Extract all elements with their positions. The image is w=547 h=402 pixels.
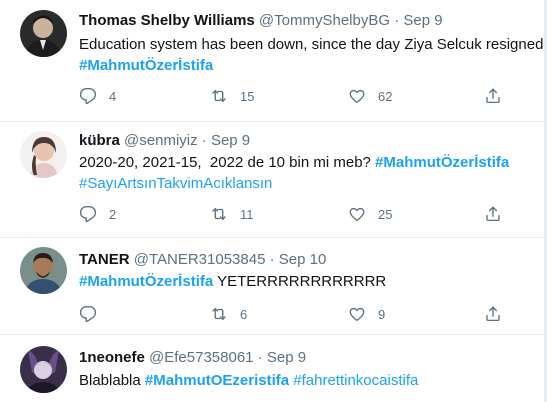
like-count: 9 [378,306,386,322]
avatar-image [20,10,67,57]
retweet-count: 15 [240,88,255,104]
tweet-feed: Thomas Shelby Williams @TommyShelbyBG · … [0,0,547,402]
like-count: 62 [378,88,393,104]
reply-button[interactable] [79,304,97,324]
separator-dot: · [257,349,263,366]
share-icon [486,306,500,322]
tweet-text-line: YETERRRRRRRRRRRR [213,273,387,290]
share-button[interactable] [484,204,502,224]
reply-count: 4 [109,88,117,104]
hashtag[interactable]: #fahrettinkocaistifa [289,372,418,389]
avatar[interactable] [20,346,67,393]
hashtag[interactable]: #MahmutÖzerİstifa [79,273,213,290]
tweet-text: 2020-20, 2021-15, 2022 de 10 bin mi meb?… [79,152,509,194]
like-button[interactable]: 9 [348,304,385,324]
tweet-actions: 2 11 25 [79,204,526,224]
reply-icon [79,305,97,323]
share-icon [486,88,500,104]
feed-divider [544,0,546,402]
separator-dot: · [269,251,275,268]
author-name[interactable]: kübra [79,132,120,149]
reply-icon [79,87,97,105]
reply-button[interactable]: 4 [79,86,116,106]
tweet-actions: 6 9 [79,304,526,324]
reply-button[interactable]: 2 [79,204,116,224]
tweet-header: 1neonefe @Efe57358061 · Sep 9 [79,348,306,367]
like-icon [349,307,365,322]
retweet-icon [212,308,226,320]
avatar[interactable] [20,131,67,178]
retweet-button[interactable]: 6 [210,304,247,324]
retweet-icon [212,208,226,220]
like-icon [349,207,365,222]
share-button[interactable] [484,304,502,324]
retweet-button[interactable]: 15 [210,86,254,106]
avatar-image [20,247,67,294]
like-icon [349,89,365,104]
retweet-count: 6 [240,306,248,322]
author-handle[interactable]: @TANER31053845 [134,251,266,268]
tweet-actions: 4 15 62 [79,86,526,106]
tweet[interactable]: 1neonefe @Efe57358061 · Sep 9 Blablabla … [0,334,546,402]
separator-dot: · [201,132,207,149]
avatar[interactable] [20,247,67,294]
author-handle[interactable]: @Efe57358061 [149,349,253,366]
tweet[interactable]: Thomas Shelby Williams @TommyShelbyBG · … [0,0,546,122]
avatar[interactable] [20,10,67,57]
tweet-date[interactable]: Sep 9 [267,349,306,366]
hashtag[interactable]: #SayıArtsınTakvimAcıklansın [79,175,272,192]
author-handle[interactable]: @senmiyiz [124,132,198,149]
reply-icon [79,205,97,223]
separator-dot: · [394,12,400,29]
retweet-count: 11 [240,206,254,222]
tweet[interactable]: kübra @senmiyiz · Sep 9 2020-20, 2021-15… [0,121,546,238]
share-button[interactable] [484,86,502,106]
retweet-icon [212,90,226,102]
tweet-text: Blablabla #MahmutOEzeristifa #fahrettink… [79,370,418,391]
tweet-header: Thomas Shelby Williams @TommyShelbyBG · … [79,11,443,30]
like-button[interactable]: 25 [348,204,392,224]
tweet-header: TANER @TANER31053845 · Sep 10 [79,250,326,269]
author-name[interactable]: 1neonefe [79,349,145,366]
tweet-text: #MahmutÖzerİstifa YETERRRRRRRRRRRR [79,271,386,292]
tweet-text-line: Education system has been down, since th… [79,36,544,53]
author-name[interactable]: Thomas Shelby Williams [79,12,255,29]
hashtag[interactable]: #MahmutÖzerİstifa [79,57,213,74]
avatar-image [20,131,67,178]
reply-count: 2 [109,206,117,222]
avatar-image [20,346,67,393]
tweet-text-line: 2020-20, 2021-15, 2022 de 10 bin mi meb? [79,154,376,171]
share-icon [486,206,500,222]
hashtag[interactable]: #MahmutÖzerİstifa [375,154,509,171]
tweet-date[interactable]: Sep 9 [403,12,442,29]
tweet-text: Education system has been down, since th… [79,34,543,76]
retweet-button[interactable]: 11 [210,204,254,224]
author-name[interactable]: TANER [79,251,130,268]
like-count: 25 [378,206,393,222]
tweet-date[interactable]: Sep 10 [279,251,327,268]
tweet-header: kübra @senmiyiz · Sep 9 [79,131,250,150]
author-handle[interactable]: @TommyShelbyBG [259,12,390,29]
tweet-date[interactable]: Sep 9 [211,132,250,149]
tweet[interactable]: TANER @TANER31053845 · Sep 10 #MahmutÖze… [0,237,546,335]
tweet-text-line: Blablabla [79,372,145,389]
like-button[interactable]: 62 [348,86,392,106]
hashtag[interactable]: #MahmutOEzeristifa [145,372,289,389]
